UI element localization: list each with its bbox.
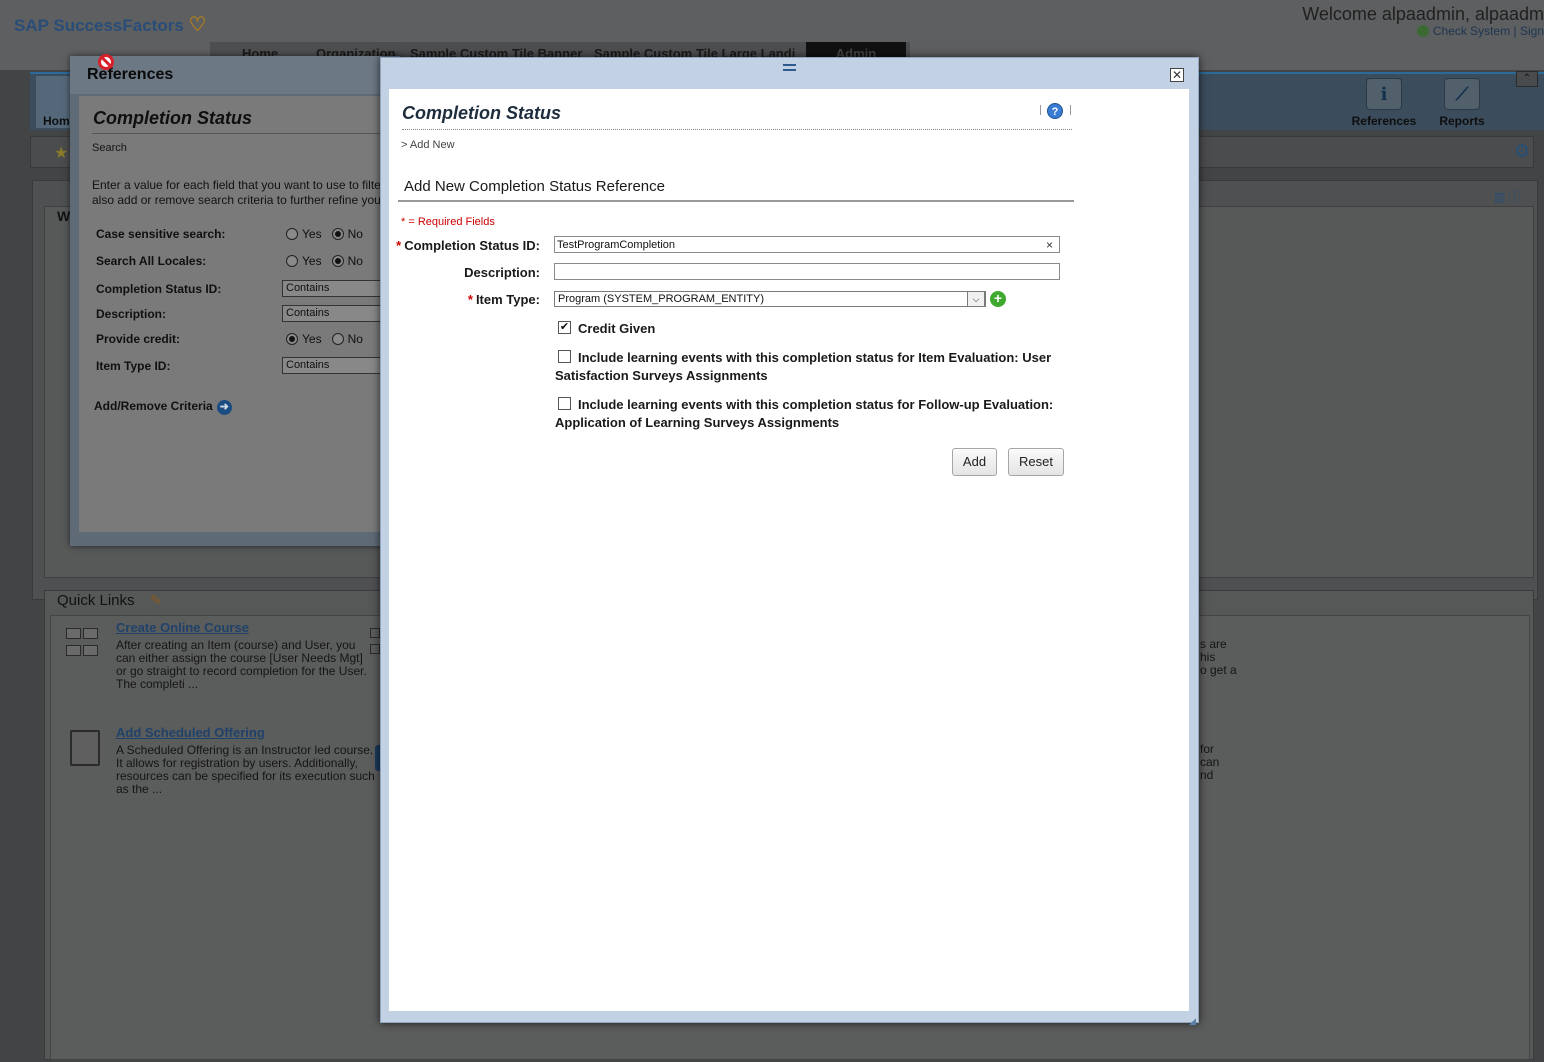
criteria-search-all-locales: Search All Locales: Yes No bbox=[96, 254, 363, 268]
grid-icon bbox=[66, 628, 102, 656]
pencil-icon[interactable]: ✎ bbox=[150, 592, 162, 609]
item-type-label: * Item Type: bbox=[467, 292, 540, 307]
description-input[interactable] bbox=[554, 263, 1060, 280]
reset-button[interactable]: Reset bbox=[1008, 448, 1064, 476]
criteria-item-type-id: Item Type ID: Contains bbox=[96, 357, 386, 379]
plus-circle-icon[interactable]: + bbox=[990, 291, 1006, 307]
collapse-icon[interactable]: ⌃ bbox=[1516, 71, 1538, 87]
criteria-provide-credit: Provide credit: Yes No bbox=[96, 332, 363, 346]
radio-yes[interactable] bbox=[286, 333, 298, 345]
chart-icon: ⟋ bbox=[1444, 78, 1480, 110]
quick-link-add-scheduled-offering: Add Scheduled Offering A Scheduled Offer… bbox=[116, 725, 376, 796]
page-title: Completion Status bbox=[402, 103, 562, 123]
completion-status-id-label: * Completion Status ID: bbox=[396, 238, 540, 253]
breadcrumb: > Add New bbox=[401, 139, 455, 151]
reports-tile-label: Reports bbox=[1439, 114, 1485, 128]
radio-yes[interactable] bbox=[286, 255, 298, 267]
form-title: Add New Completion Status Reference bbox=[404, 178, 665, 195]
globe-icon bbox=[1416, 25, 1429, 37]
completion-status-id-input[interactable] bbox=[554, 236, 1060, 253]
separator bbox=[1040, 105, 1041, 115]
radio-yes[interactable] bbox=[286, 228, 298, 240]
resize-grip-icon[interactable]: ◢ bbox=[1189, 1016, 1199, 1026]
credit-given-checkbox[interactable]: ✔ bbox=[558, 321, 571, 334]
divider bbox=[92, 133, 382, 134]
radio-no[interactable] bbox=[331, 255, 344, 267]
credit-given-label: Credit Given bbox=[578, 321, 656, 336]
quick-link-desc: A Scheduled Offering is an Instructor le… bbox=[116, 743, 375, 796]
add-remove-criteria-link[interactable]: Add/Remove Criteria ➜ bbox=[94, 399, 232, 415]
required-marker: * bbox=[467, 292, 473, 307]
sap-successfactors-logo[interactable]: SAP SuccessFactors ♡ bbox=[14, 12, 206, 37]
system-links[interactable]: Check System | Sign bbox=[1416, 24, 1544, 38]
welcome-text: Welcome alpaadmin, alpaadm bbox=[1302, 4, 1544, 24]
operator-select[interactable]: Contains bbox=[282, 357, 382, 374]
separator bbox=[1070, 105, 1071, 115]
references-tile-label: References bbox=[1351, 114, 1417, 128]
document-icon bbox=[70, 730, 100, 766]
check-system-link[interactable]: Check System | Sign bbox=[1433, 24, 1544, 38]
modal-body bbox=[389, 89, 1189, 1011]
arrow-right-icon: ➜ bbox=[216, 400, 232, 415]
quick-link-create-online-course: Create Online Course After creating an I… bbox=[116, 620, 376, 691]
search-section-title: Completion Status bbox=[93, 108, 253, 128]
references-tile[interactable]: i References bbox=[1344, 76, 1424, 128]
quick-link-title[interactable]: Add Scheduled Offering bbox=[116, 725, 376, 740]
help-icon[interactable]: ? bbox=[1047, 103, 1063, 119]
references-window-title: References bbox=[87, 66, 174, 83]
operator-select[interactable]: Contains bbox=[282, 305, 382, 322]
required-fields-note: * = Required Fields bbox=[401, 216, 495, 228]
logo-text: SAP SuccessFactors bbox=[14, 16, 184, 35]
quick-link-desc-fragment: for can nd bbox=[1200, 742, 1220, 782]
criteria-description: Description: Contains bbox=[96, 305, 386, 327]
radio-no[interactable] bbox=[331, 228, 344, 240]
heart-icon: ♡ bbox=[188, 14, 207, 36]
description-label: Description: bbox=[464, 265, 540, 280]
gear-icon[interactable]: ⚙ bbox=[1514, 142, 1532, 160]
quick-link-desc: After creating an Item (course) and User… bbox=[116, 638, 367, 691]
add-button[interactable]: Add bbox=[952, 448, 997, 476]
criteria-completion-status-id: Completion Status ID: Contains bbox=[96, 280, 386, 302]
follow-up-evaluation-label: Include learning events with this comple… bbox=[555, 397, 1054, 430]
operator-select[interactable]: Contains bbox=[282, 280, 382, 297]
item-evaluation-label: Include learning events with this comple… bbox=[555, 350, 1052, 383]
star-icon[interactable]: ★ bbox=[54, 143, 68, 163]
panel-icons[interactable]: ▥ ⓘ bbox=[1494, 188, 1530, 205]
item-type-select[interactable]: Program (SYSTEM_PROGRAM_ENTITY) ⌵ bbox=[554, 291, 986, 307]
search-subtitle: Search bbox=[92, 142, 127, 154]
quick-link-title[interactable]: Create Online Course bbox=[116, 620, 376, 635]
chevron-down-icon: ⌵ bbox=[967, 291, 985, 307]
no-entry-icon bbox=[98, 54, 114, 70]
home-tile-label: Hom bbox=[43, 114, 70, 128]
info-icon: i bbox=[1366, 78, 1402, 110]
reports-tile[interactable]: ⟋ Reports bbox=[1422, 76, 1502, 128]
criteria-case-sensitive: Case sensitive search: Yes No bbox=[96, 227, 363, 241]
divider bbox=[398, 200, 1074, 202]
radio-no[interactable] bbox=[331, 333, 344, 345]
quick-link-desc-fragment: s are his o get a bbox=[1200, 637, 1237, 677]
quick-links-title: Quick Links bbox=[57, 592, 135, 609]
drag-handle-icon[interactable] bbox=[783, 64, 796, 71]
required-marker: * bbox=[396, 238, 402, 253]
close-icon[interactable]: ✕ bbox=[1170, 68, 1184, 82]
divider bbox=[402, 129, 1072, 130]
workspace-label: W bbox=[57, 208, 71, 224]
clear-icon[interactable]: × bbox=[1046, 238, 1053, 252]
search-intro: Enter a value for each field that you wa… bbox=[92, 178, 382, 207]
